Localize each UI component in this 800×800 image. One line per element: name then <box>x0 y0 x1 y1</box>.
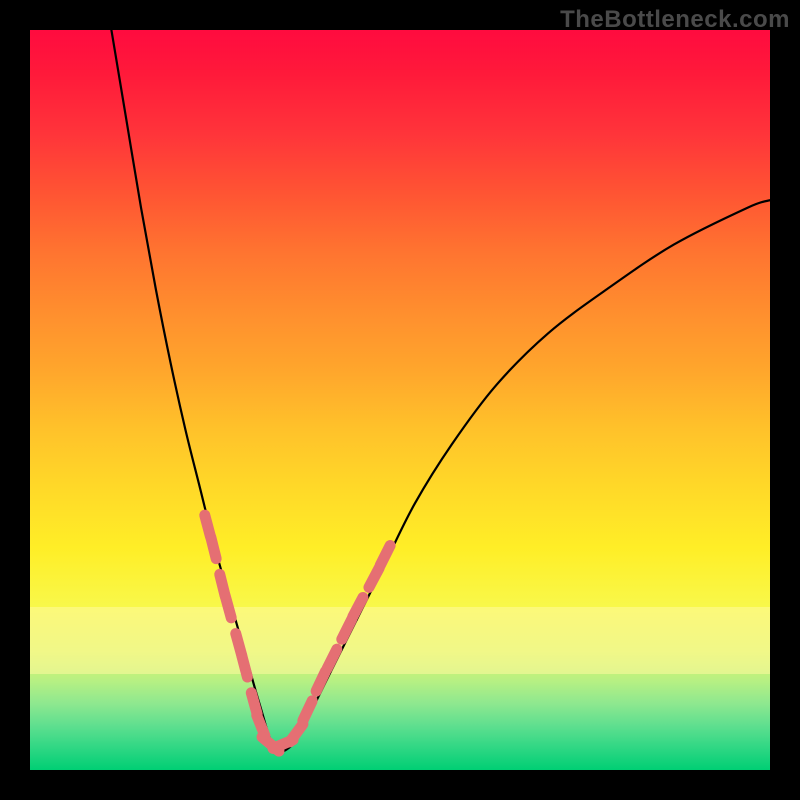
plot-area <box>30 30 770 770</box>
marker-group <box>205 515 390 751</box>
bottleneck-curve <box>111 30 770 752</box>
curve-marker <box>353 597 363 616</box>
curve-marker <box>342 620 352 640</box>
curve-marker <box>290 724 303 742</box>
curve-marker <box>327 649 337 669</box>
curve-marker <box>225 597 231 618</box>
curve-marker <box>211 537 216 558</box>
curve-marker <box>303 701 312 721</box>
chart-stage: TheBottleneck.com <box>0 0 800 800</box>
watermark-text: TheBottleneck.com <box>560 6 790 34</box>
curve-marker <box>369 568 379 587</box>
curve-marker <box>316 671 325 691</box>
curve-layer <box>30 30 770 770</box>
curve-marker <box>380 546 390 566</box>
curve-marker <box>242 656 248 677</box>
